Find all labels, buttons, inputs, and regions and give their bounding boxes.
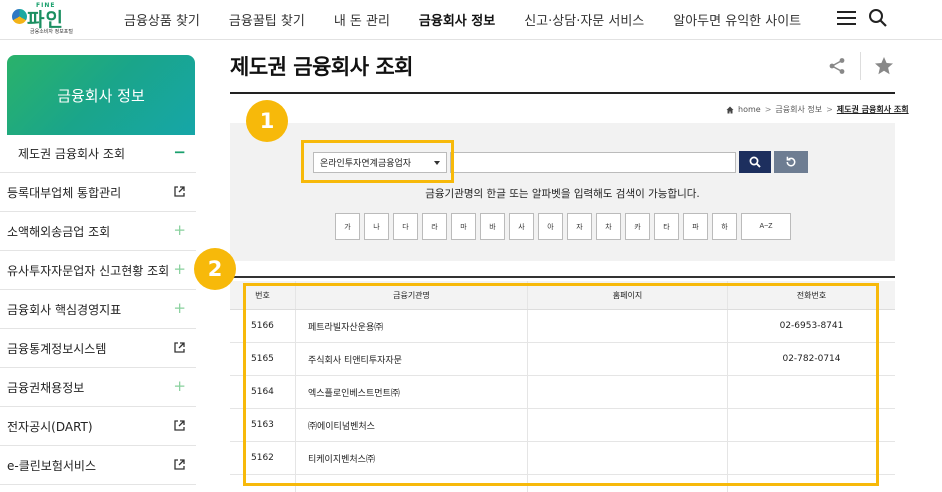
nav-item-financial-products[interactable]: 금융상품 찾기 [124, 10, 200, 29]
logo-subtitle: 금융소비자 정보포털 [30, 29, 73, 35]
sidebar-menu: 제도권 금융회사 조회 − 등록대부업체 통합관리 소액해외송금업 조회 + 유… [0, 134, 196, 485]
letter-button[interactable]: 아 [538, 213, 563, 240]
breadcrumb: home > 금융회사 정보 > 제도권 금융회사 조회 [726, 104, 909, 115]
nav-item-company-info[interactable]: 금융회사 정보 [419, 10, 495, 29]
sidebar-item-label: 금융통계정보시스템 [7, 341, 107, 356]
breadcrumb-home[interactable]: home [738, 105, 761, 114]
letter-button[interactable]: 하 [712, 213, 737, 240]
letter-button[interactable]: 라 [422, 213, 447, 240]
sidebar-item-key-indicators[interactable]: 금융회사 핵심경영지표 + [0, 290, 196, 329]
institution-name-input[interactable] [450, 152, 736, 173]
letter-button[interactable]: 사 [509, 213, 534, 240]
letter-button[interactable]: 나 [364, 213, 389, 240]
sidebar-item-recruitment[interactable]: 금융권채용정보 + [0, 368, 196, 407]
global-nav: 금융상품 찾기 금융꿀팁 찾기 내 돈 관리 금융회사 정보 신고·상담·자문 … [124, 0, 801, 38]
sidebar-item-dart[interactable]: 전자공시(DART) [0, 407, 196, 446]
title-divider [860, 52, 861, 80]
reset-button[interactable] [774, 151, 808, 173]
breadcrumb-separator: > [764, 105, 772, 114]
search-icon [749, 156, 761, 168]
site-header: FINE 파인 금융소비자 정보포털 금융상품 찾기 금융꿀팁 찾기 내 돈 관… [0, 0, 942, 40]
share-icon[interactable] [828, 57, 846, 75]
breadcrumb-separator: > [826, 105, 833, 114]
callout-badge-1: 1 [246, 100, 288, 142]
breadcrumb-current: 제도권 금융회사 조회 [836, 105, 909, 114]
letter-button[interactable]: 차 [596, 213, 621, 240]
initial-letter-filter: 가 나 다 라 마 바 사 아 자 차 카 타 파 하 A~Z [335, 213, 791, 240]
letter-button[interactable]: 가 [335, 213, 360, 240]
plus-icon: + [173, 260, 186, 278]
callout-badge-2: 2 [194, 248, 236, 290]
external-link-icon [174, 459, 185, 470]
fine-logo[interactable]: FINE 파인 금융소비자 정보포털 [10, 2, 80, 36]
letter-button-alphabet[interactable]: A~Z [741, 213, 791, 240]
highlight-box-select [301, 140, 454, 183]
sidebar-title: 금융회사 정보 [7, 55, 195, 135]
external-link-icon [174, 342, 185, 353]
external-link-icon [174, 420, 185, 431]
sidebar-item-institution-search[interactable]: 제도권 금융회사 조회 − [0, 134, 196, 173]
title-underline [230, 92, 895, 94]
search-icon[interactable] [868, 8, 888, 28]
sidebar-item-investment-advisory[interactable]: 유사투자자문업자 신고현황 조회 + [0, 251, 196, 290]
sidebar-item-label: 소액해외송금업 조회 [7, 224, 111, 239]
nav-item-my-money[interactable]: 내 돈 관리 [334, 10, 390, 29]
sidebar-item-statistics-system[interactable]: 금융통계정보시스템 [0, 329, 196, 368]
sidebar-item-label: 금융회사 핵심경영지표 [7, 302, 122, 317]
nav-item-financial-tips[interactable]: 금융꿀팁 찾기 [229, 10, 305, 29]
search-button[interactable] [739, 151, 771, 173]
menu-icon[interactable] [837, 11, 856, 26]
breadcrumb-level1[interactable]: 금융회사 정보 [775, 104, 822, 115]
plus-icon: + [173, 221, 186, 239]
sidebar-item-label: 유사투자자문업자 신고현황 조회 [7, 263, 170, 278]
table-top-border [230, 276, 895, 278]
refresh-icon [786, 156, 796, 167]
letter-button[interactable]: 타 [654, 213, 679, 240]
logo-mark-icon [12, 9, 27, 24]
sidebar-item-loan-business[interactable]: 등록대부업체 통합관리 [0, 173, 196, 212]
external-link-icon [174, 186, 185, 197]
letter-button[interactable]: 자 [567, 213, 592, 240]
highlight-box-table [243, 283, 879, 486]
sidebar-item-label: 전자공시(DART) [7, 419, 93, 434]
sidebar-item-label: e-클린보험서비스 [7, 458, 96, 473]
nav-item-useful-sites[interactable]: 알아두면 유익한 사이트 [673, 10, 801, 29]
search-hint: 금융기관명의 한글 또는 알파벳을 입력해도 검색이 가능합니다. [425, 188, 700, 200]
sidebar-item-label: 제도권 금융회사 조회 [18, 146, 125, 161]
sidebar-item-overseas-remittance[interactable]: 소액해외송금업 조회 + [0, 212, 196, 251]
sidebar-item-label: 등록대부업체 통합관리 [7, 185, 122, 200]
sidebar-item-label: 금융권채용정보 [7, 380, 85, 395]
nav-item-report-consult[interactable]: 신고·상담·자문 서비스 [524, 10, 644, 29]
home-icon [726, 106, 734, 113]
sidebar-item-clean-insurance[interactable]: e-클린보험서비스 [0, 446, 196, 485]
letter-button[interactable]: 카 [625, 213, 650, 240]
page-title: 제도권 금융회사 조회 [230, 55, 414, 79]
letter-button[interactable]: 마 [451, 213, 476, 240]
plus-icon: + [173, 377, 186, 395]
star-icon[interactable] [874, 56, 894, 76]
plus-icon: + [173, 299, 186, 317]
letter-button[interactable]: 파 [683, 213, 708, 240]
letter-button[interactable]: 바 [480, 213, 505, 240]
letter-button[interactable]: 다 [393, 213, 418, 240]
minus-icon: − [173, 143, 186, 161]
